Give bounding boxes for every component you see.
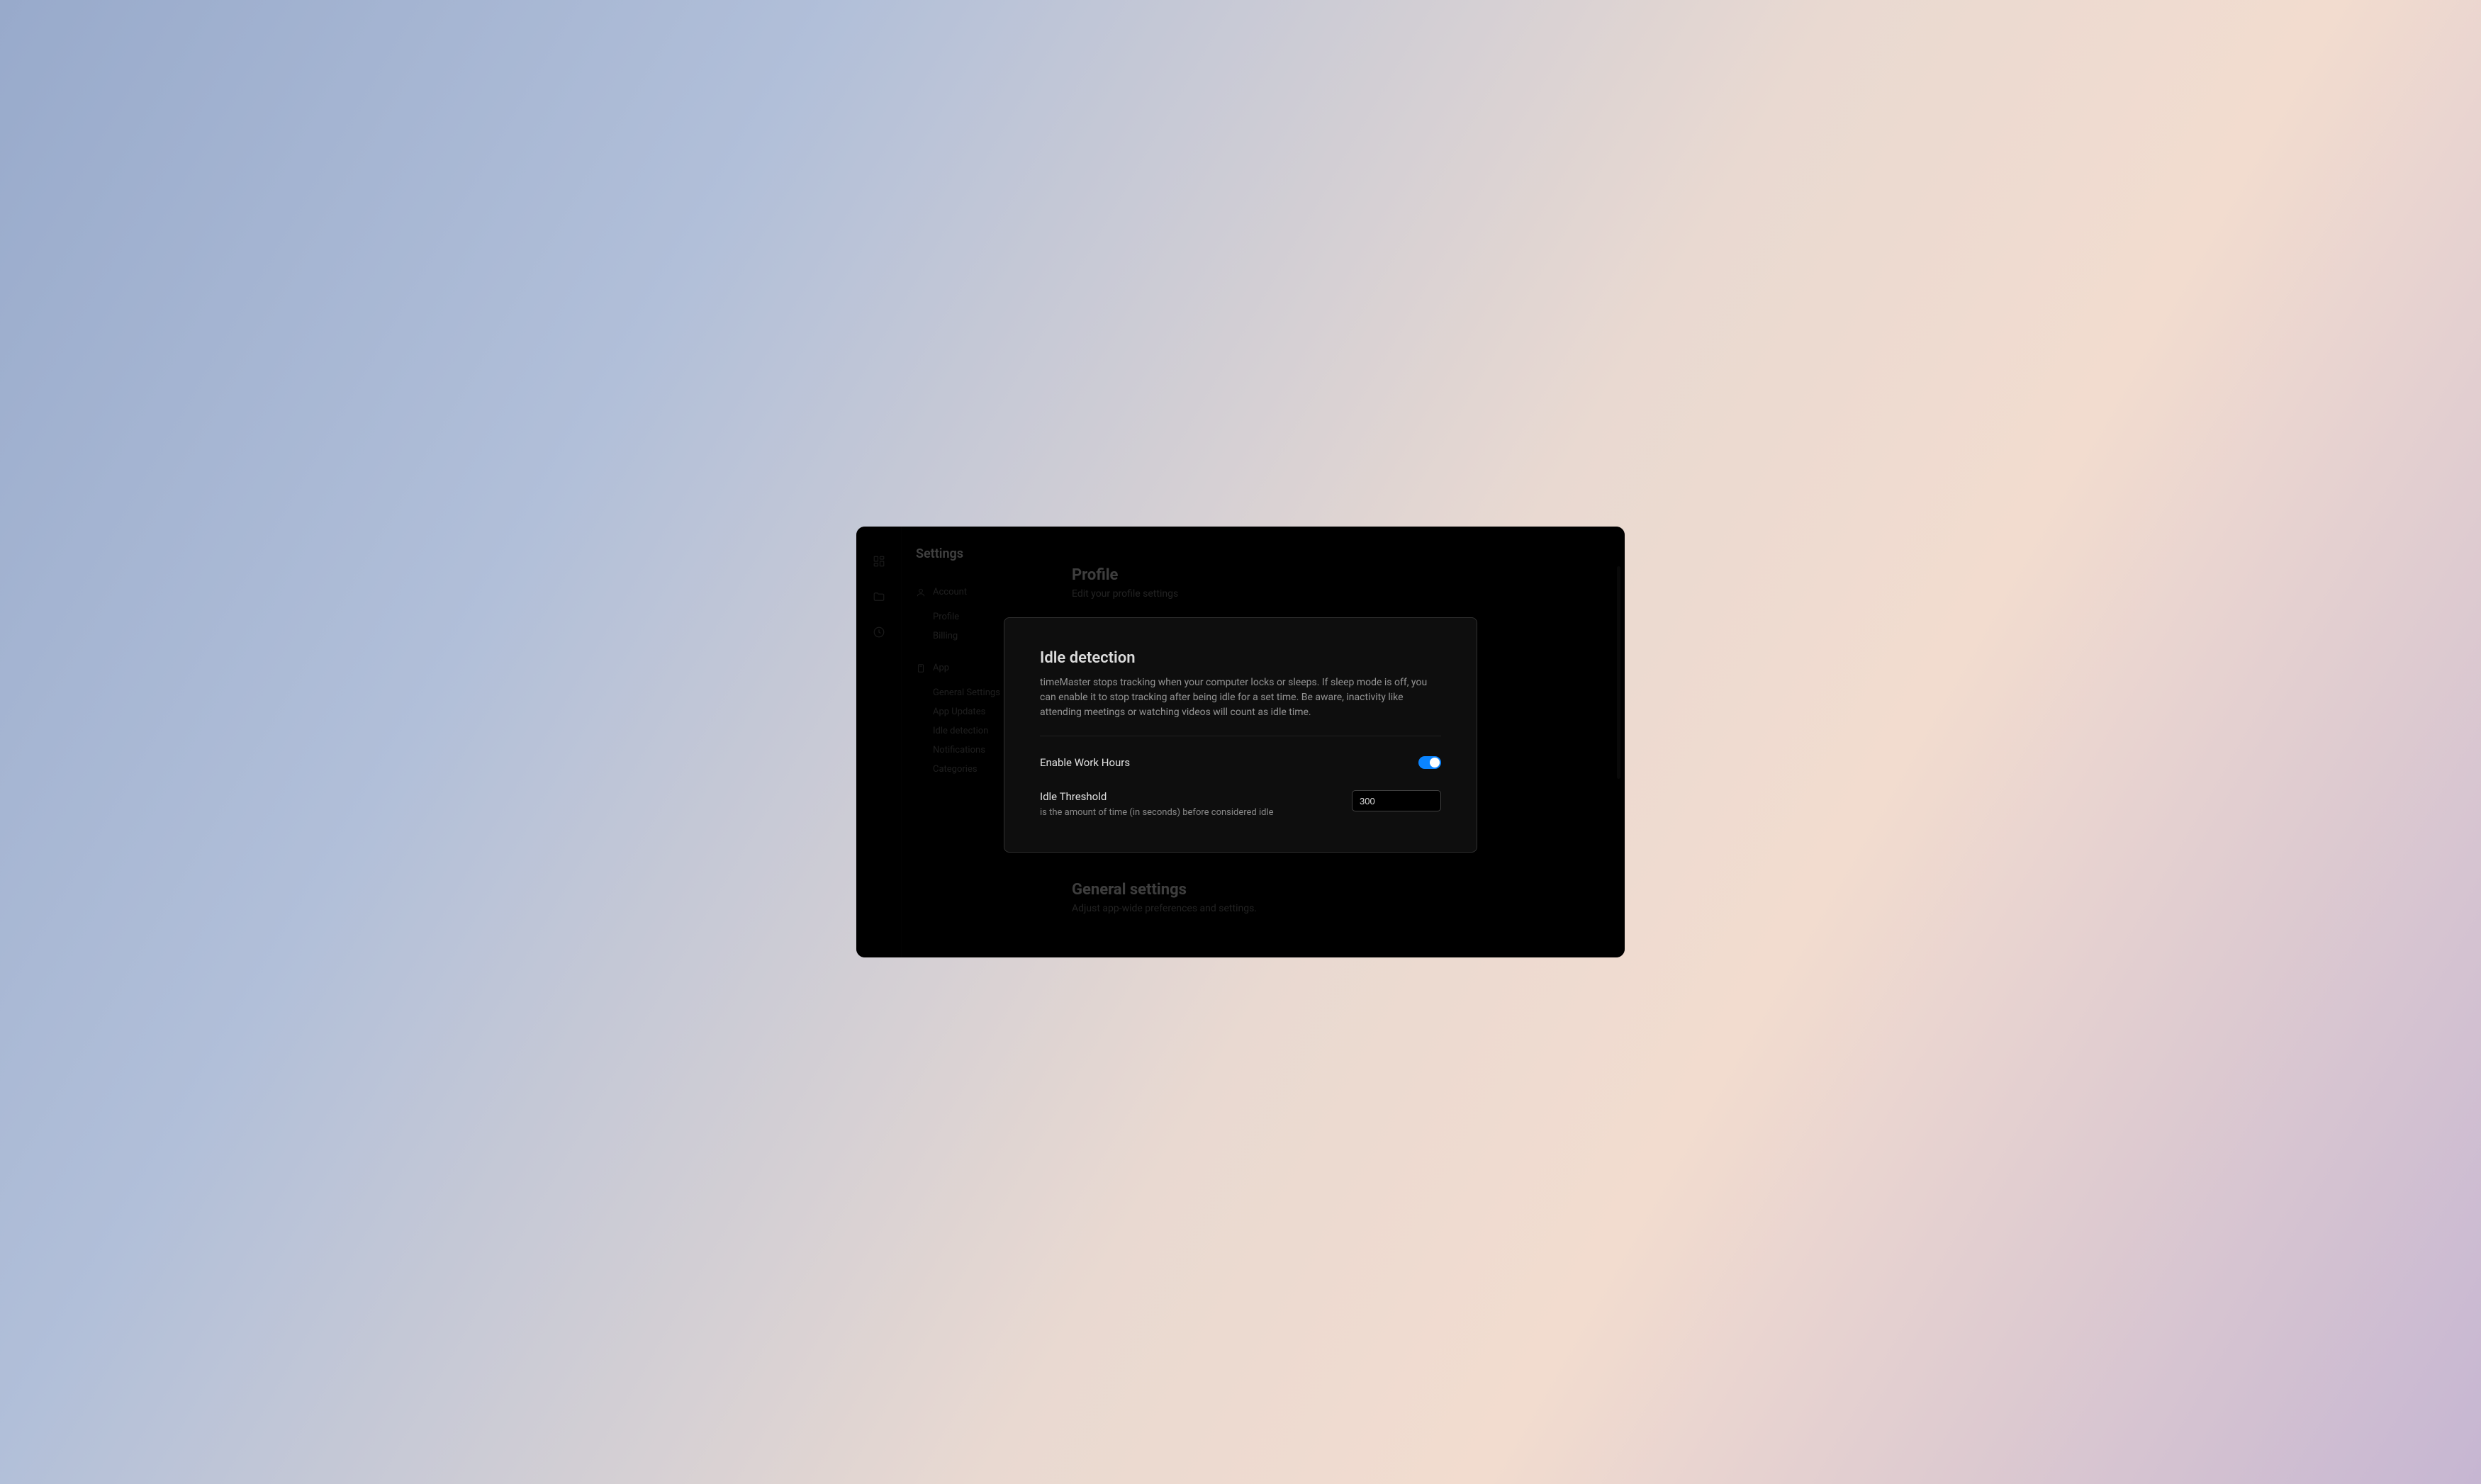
enable-work-hours-label: Enable Work Hours (1040, 756, 1130, 769)
app-window: Settings Account Profile Billing App Gen… (856, 527, 1625, 957)
enable-work-hours-row: Enable Work Hours (1040, 756, 1441, 769)
idle-threshold-row: Idle Threshold is the amount of time (in… (1040, 790, 1441, 818)
idle-threshold-text: Idle Threshold is the amount of time (in… (1040, 790, 1274, 818)
modal-description: timeMaster stops tracking when your comp… (1040, 675, 1441, 720)
idle-threshold-label: Idle Threshold (1040, 790, 1274, 803)
idle-detection-modal: Idle detection timeMaster stops tracking… (1004, 617, 1477, 853)
idle-threshold-sub: is the amount of time (in seconds) befor… (1040, 807, 1274, 818)
modal-title: Idle detection (1040, 649, 1441, 667)
modal-overlay: Idle detection timeMaster stops tracking… (856, 527, 1625, 957)
toggle-knob (1430, 758, 1440, 768)
enable-work-hours-toggle[interactable] (1418, 756, 1441, 769)
idle-threshold-input[interactable] (1352, 790, 1441, 811)
